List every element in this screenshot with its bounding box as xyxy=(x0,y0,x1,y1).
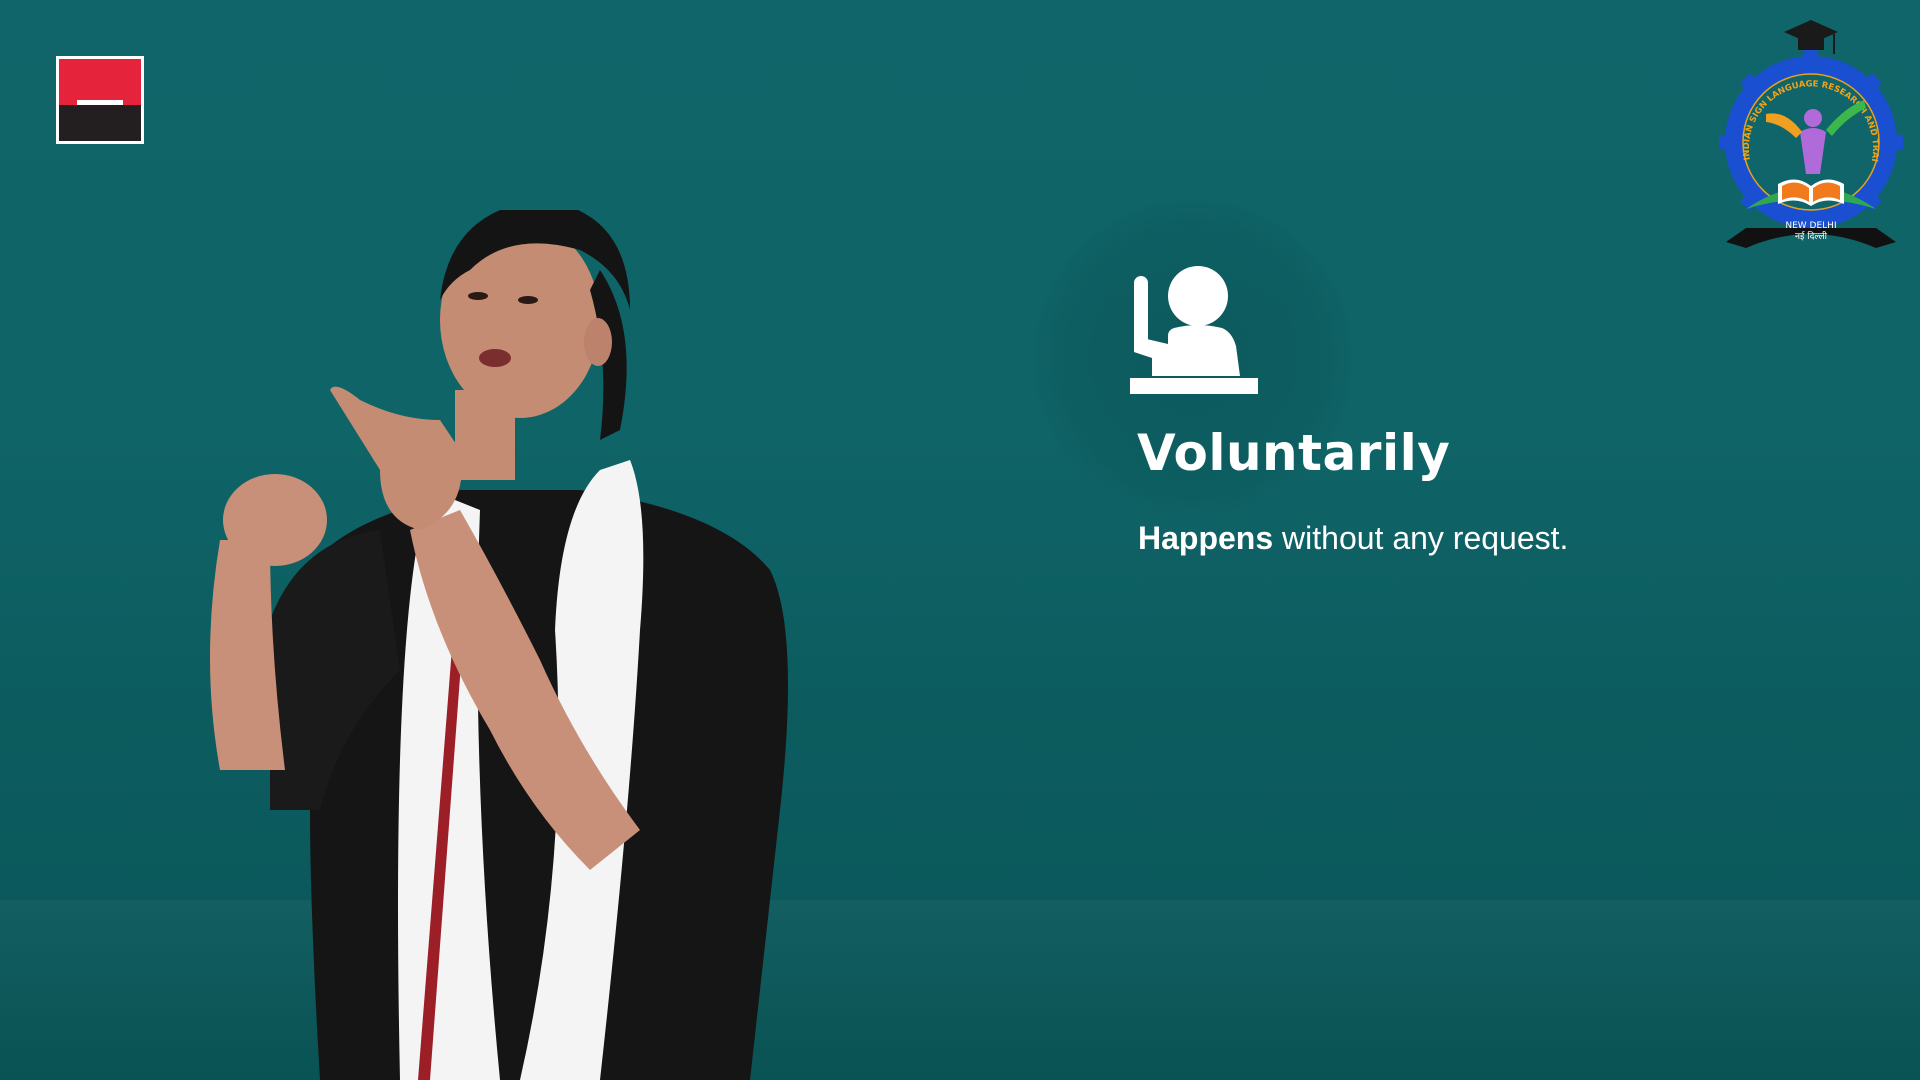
isl-emblem-icon: INDIAN SIGN LANGUAGE RESEARCH AND TRAINI… xyxy=(1716,14,1903,248)
emblem-city-en: NEW DELHI xyxy=(1785,221,1836,231)
brand-logo-icon xyxy=(56,56,144,144)
signer-figure xyxy=(210,210,788,1080)
slide-description: Happens without any request. xyxy=(1138,518,1568,558)
description-rest: without any request. xyxy=(1273,520,1569,556)
raised-hand-person-icon xyxy=(1130,266,1258,394)
emblem-city-hi: नई दिल्ली xyxy=(1795,230,1828,242)
slide-headline: Voluntarily xyxy=(1137,424,1451,482)
description-bold: Happens xyxy=(1138,520,1274,556)
